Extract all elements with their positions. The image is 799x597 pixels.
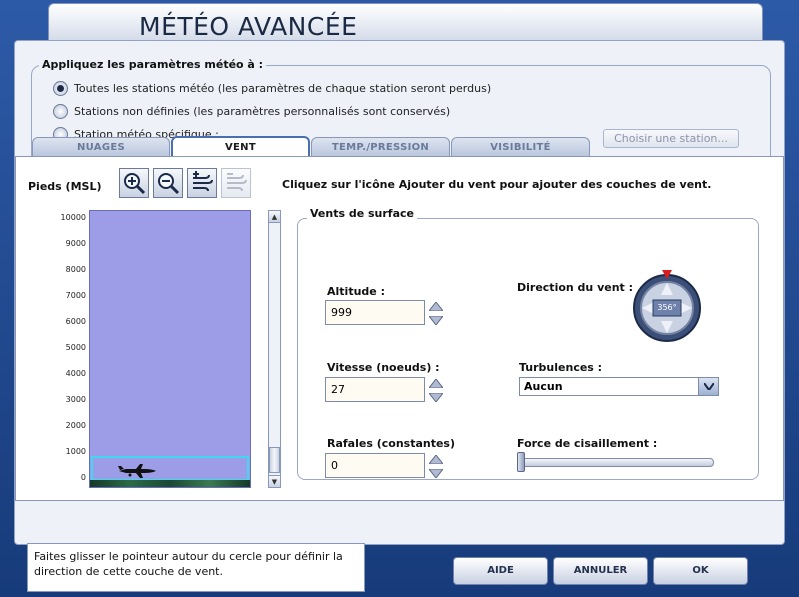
- altitude-view[interactable]: [89, 210, 251, 488]
- axis-tick-label: 3000: [65, 395, 86, 404]
- direction-label: Direction du vent :: [517, 281, 634, 294]
- zoom-out-icon: [158, 173, 180, 195]
- help-button[interactable]: AIDE: [453, 557, 548, 585]
- axis-tick-label: 8000: [65, 265, 86, 274]
- shear-slider[interactable]: [519, 458, 714, 467]
- radio-all-stations[interactable]: Toutes les stations météo (les paramètre…: [53, 81, 491, 96]
- tab-temp-pression[interactable]: TEMP./PRESSION: [311, 137, 450, 157]
- shear-label: Force de cisaillement :: [517, 437, 658, 450]
- zoom-in-icon: [124, 173, 146, 195]
- turbulence-value: Aucun: [524, 380, 563, 393]
- tab-nuages[interactable]: NUAGES: [32, 137, 170, 157]
- radio-label: Toutes les stations météo (les paramètre…: [74, 82, 492, 95]
- axis-tick-label: 4000: [65, 369, 86, 378]
- altitude-scrollbar[interactable]: ▲ ▼: [268, 210, 281, 488]
- speed-spinner[interactable]: [428, 377, 444, 403]
- tab-visibilite[interactable]: VISIBILITÉ: [451, 137, 590, 157]
- ok-button[interactable]: OK: [653, 557, 748, 585]
- axis-tick-label: 2000: [65, 421, 86, 430]
- altitude-label: Altitude :: [327, 285, 385, 298]
- axis-tick-label: 10000: [60, 213, 86, 222]
- radio-button[interactable]: [53, 81, 68, 96]
- altitude-axis-label: Pieds (MSL): [28, 180, 102, 193]
- cancel-button[interactable]: ANNULER: [553, 557, 648, 585]
- choose-station-button[interactable]: Choisir une station...: [603, 129, 739, 148]
- scroll-up-icon[interactable]: ▲: [269, 211, 280, 223]
- add-wind-layer-button[interactable]: [187, 168, 217, 198]
- scroll-thumb[interactable]: [269, 447, 280, 473]
- axis-tick-label: 7000: [65, 291, 86, 300]
- title-bar: MÉTÉO AVANCÉE: [48, 3, 763, 41]
- speed-input[interactable]: 27: [325, 377, 425, 402]
- gusts-input[interactable]: 0: [325, 453, 425, 478]
- radio-button[interactable]: [53, 104, 68, 119]
- turbulence-select[interactable]: Aucun: [519, 377, 719, 396]
- spin-up-icon[interactable]: [428, 300, 444, 312]
- axis-tick-label: 9000: [65, 239, 86, 248]
- window-frame: MÉTÉO AVANCÉE Appliquez les paramètres m…: [0, 0, 799, 597]
- window-title: MÉTÉO AVANCÉE: [139, 12, 358, 41]
- shear-slider-thumb[interactable]: [517, 452, 525, 472]
- tab-vent[interactable]: VENT: [171, 136, 310, 158]
- apply-weather-group-label: Appliquez les paramètres météo à :: [39, 58, 267, 71]
- radio-label: Stations non définies (les paramètres pe…: [74, 105, 451, 118]
- spin-up-icon[interactable]: [428, 453, 444, 465]
- zoom-in-button[interactable]: [119, 168, 149, 198]
- turbulence-label: Turbulences :: [519, 361, 603, 374]
- add-wind-layer-icon: [193, 171, 213, 192]
- altitude-axis: 10000 9000 8000 7000 6000 5000 4000 3000…: [56, 210, 86, 488]
- chevron-down-icon[interactable]: [698, 378, 718, 395]
- airplane-icon: [118, 464, 156, 478]
- speed-label: Vitesse (noeuds) :: [327, 361, 440, 374]
- axis-tick-label: 0: [80, 473, 86, 482]
- axis-tick-label: 5000: [65, 343, 86, 352]
- scroll-down-icon[interactable]: ▼: [269, 475, 280, 487]
- help-note: Faites glisser le pointeur autour du cer…: [27, 543, 365, 592]
- spin-up-icon[interactable]: [428, 377, 444, 389]
- spin-down-icon[interactable]: [428, 467, 444, 479]
- direction-value: 356°: [657, 303, 677, 312]
- gusts-spinner[interactable]: [428, 453, 444, 479]
- wind-hint-text: Cliquez sur l'icône Ajouter du vent pour…: [282, 178, 712, 191]
- remove-wind-layer-icon: [227, 173, 247, 192]
- ground-strip: [90, 480, 250, 487]
- spin-down-icon[interactable]: [428, 314, 444, 326]
- wind-direction-compass[interactable]: 356°: [630, 269, 704, 343]
- zoom-out-button[interactable]: [153, 168, 183, 198]
- remove-wind-layer-button[interactable]: [221, 168, 251, 198]
- surface-wind-group-label: Vents de surface: [307, 207, 417, 220]
- altitude-spinner[interactable]: [428, 300, 444, 326]
- gusts-label: Rafales (constantes): [327, 437, 455, 450]
- surface-wind-layer[interactable]: [91, 456, 249, 481]
- radio-undefined-stations[interactable]: Stations non définies (les paramètres pe…: [53, 104, 450, 119]
- axis-tick-label: 1000: [65, 447, 86, 456]
- spin-down-icon[interactable]: [428, 391, 444, 403]
- altitude-input[interactable]: 999: [325, 300, 425, 325]
- axis-tick-label: 6000: [65, 317, 86, 326]
